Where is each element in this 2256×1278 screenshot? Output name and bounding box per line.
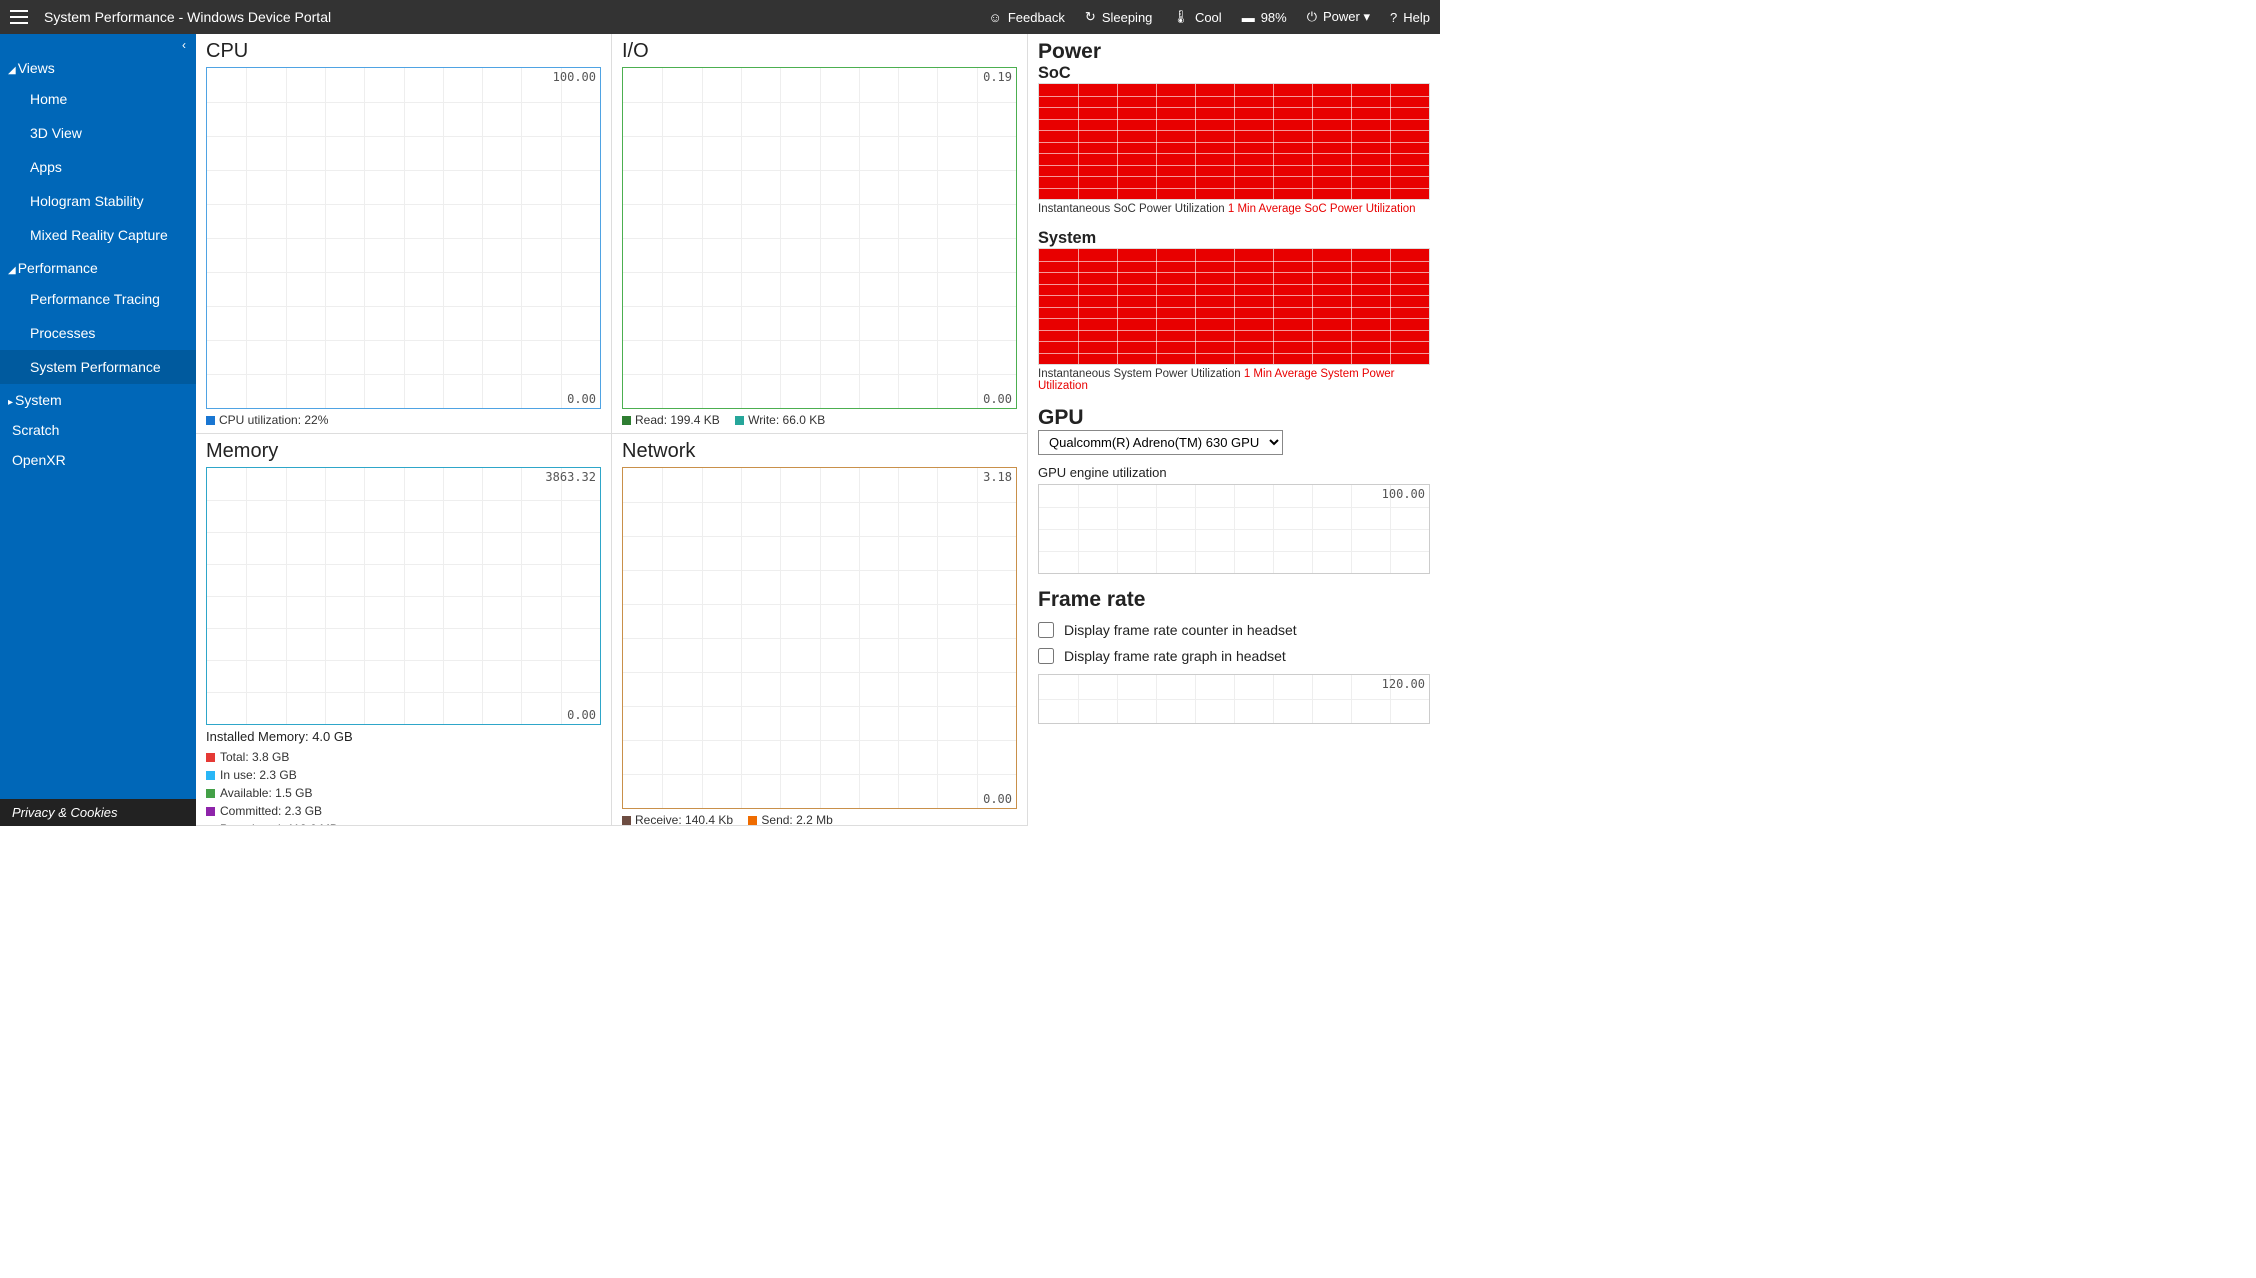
network-ymin: 0.00 xyxy=(983,792,1012,806)
sidebar-group-performance[interactable]: ◢Performance xyxy=(0,252,196,282)
sidebar-item-scratch[interactable]: Scratch xyxy=(0,414,196,444)
history-icon: ↻ xyxy=(1085,9,1096,25)
cpu-chart: 100.00 0.00 xyxy=(206,67,601,409)
sidebar-item-openxr[interactable]: OpenXR xyxy=(0,444,196,474)
framerate-graph-toggle[interactable]: Display frame rate graph in headset xyxy=(1038,648,1430,664)
power-menu[interactable]: ⏻Power ▾ xyxy=(1307,9,1370,25)
network-ymax: 3.18 xyxy=(983,470,1012,484)
framerate-counter-checkbox[interactable] xyxy=(1038,622,1054,638)
memory-legend-row: Total: 3.8 GB xyxy=(206,748,601,766)
chart-grid xyxy=(1039,675,1429,723)
cpu-ymax: 100.00 xyxy=(553,70,596,84)
io-ymin: 0.00 xyxy=(983,392,1012,406)
thermal-status[interactable]: 🌡Cool xyxy=(1172,9,1221,25)
framerate-graph-checkbox[interactable] xyxy=(1038,648,1054,664)
cpu-ymin: 0.00 xyxy=(567,392,596,406)
battery-icon: ▬ xyxy=(1242,10,1255,25)
sidebar-item-hologram-stability[interactable]: Hologram Stability xyxy=(0,184,196,218)
sidebar-item-home[interactable]: Home xyxy=(0,82,196,116)
soc-label: SoC xyxy=(1038,64,1430,83)
power-title: Power xyxy=(1038,40,1430,64)
chart-grid xyxy=(623,468,1016,808)
memory-legend-row: In use: 2.3 GB xyxy=(206,766,601,784)
memory-ymin: 0.00 xyxy=(567,708,596,722)
memory-title: Memory xyxy=(206,440,601,463)
framerate-chart: 120.00 xyxy=(1038,674,1430,724)
battery-status[interactable]: ▬98% xyxy=(1242,10,1287,25)
framerate-title: Frame rate xyxy=(1038,588,1430,612)
panel-io: I/O 0.19 0.00 Read: 199.4 KB Write: 66.0… xyxy=(612,34,1028,434)
gpu-engine-label: GPU engine utilization xyxy=(1038,465,1430,480)
network-chart: 3.18 0.00 xyxy=(622,467,1017,809)
io-chart: 0.19 0.00 xyxy=(622,67,1017,409)
network-title: Network xyxy=(622,440,1017,463)
soc-power-chart xyxy=(1038,83,1430,200)
page-title: System Performance - Windows Device Port… xyxy=(44,9,331,25)
system-label: System xyxy=(1038,229,1430,248)
smile-icon: ☺ xyxy=(989,10,1002,25)
memory-legend-row: Committed: 2.3 GB xyxy=(206,802,601,820)
right-column[interactable]: Power SoC Instantaneous SoC Power Utiliz… xyxy=(1028,34,1440,826)
sidebar-collapse-button[interactable]: ‹ xyxy=(0,34,196,52)
memory-chart: 3863.32 0.00 xyxy=(206,467,601,725)
sidebar-item-system-performance[interactable]: System Performance xyxy=(0,350,196,384)
chart-grid xyxy=(1039,485,1429,573)
gpu-select[interactable]: Qualcomm(R) Adreno(TM) 630 GPU xyxy=(1038,430,1283,455)
memory-installed: Installed Memory: 4.0 GB xyxy=(206,729,601,744)
chart-grid xyxy=(1039,84,1429,199)
sidebar-item-apps[interactable]: Apps xyxy=(0,150,196,184)
soc-power-legend: Instantaneous SoC Power Utilization 1 Mi… xyxy=(1038,203,1430,215)
chart-grid xyxy=(623,68,1016,408)
gpu-chart: 100.00 xyxy=(1038,484,1430,574)
sidebar-group-system[interactable]: ▸System xyxy=(0,384,196,414)
sidebar-item-performance-tracing[interactable]: Performance Tracing xyxy=(0,282,196,316)
thermometer-icon: 🌡 xyxy=(1172,9,1189,25)
chart-grid xyxy=(1039,249,1429,364)
feedback-button[interactable]: ☺Feedback xyxy=(989,10,1065,25)
sidebar-item-mixed-reality-capture[interactable]: Mixed Reality Capture xyxy=(0,218,196,252)
framerate-counter-toggle[interactable]: Display frame rate counter in headset xyxy=(1038,622,1430,638)
memory-legend: Total: 3.8 GBIn use: 2.3 GBAvailable: 1.… xyxy=(206,748,601,826)
memory-legend-row: Available: 1.5 GB xyxy=(206,784,601,802)
gpu-title: GPU xyxy=(1038,406,1430,430)
gpu-ymax: 100.00 xyxy=(1382,487,1425,501)
sidebar-item-3dview[interactable]: 3D View xyxy=(0,116,196,150)
panel-memory: Memory 3863.32 0.00 Installed Memory: 4.… xyxy=(196,434,612,826)
io-legend: Read: 199.4 KB Write: 66.0 KB xyxy=(622,413,1017,427)
network-legend: Receive: 140.4 Kb Send: 2.2 Mb xyxy=(622,813,1017,826)
privacy-link[interactable]: Privacy & Cookies xyxy=(0,799,196,826)
content-grid: CPU 100.00 0.00 CPU utilization: 22% I/O… xyxy=(196,34,1440,826)
io-ymax: 0.19 xyxy=(983,70,1012,84)
help-button[interactable]: ?Help xyxy=(1390,10,1430,25)
cpu-legend: CPU utilization: 22% xyxy=(206,413,601,427)
sleep-status[interactable]: ↻Sleeping xyxy=(1085,9,1153,25)
topbar: System Performance - Windows Device Port… xyxy=(0,0,1440,34)
system-power-legend: Instantaneous System Power Utilization 1… xyxy=(1038,368,1430,392)
panel-network: Network 3.18 0.00 Receive: 140.4 Kb Send… xyxy=(612,434,1028,826)
system-power-chart xyxy=(1038,248,1430,365)
chart-grid xyxy=(207,468,600,724)
memory-ymax: 3863.32 xyxy=(545,470,596,484)
sidebar-group-views[interactable]: ◢Views xyxy=(0,52,196,82)
panel-cpu: CPU 100.00 0.00 CPU utilization: 22% xyxy=(196,34,612,434)
sidebar-item-processes[interactable]: Processes xyxy=(0,316,196,350)
sidebar: ‹ ◢Views Home 3D View Apps Hologram Stab… xyxy=(0,34,196,826)
chart-grid xyxy=(207,68,600,408)
menu-icon[interactable] xyxy=(10,10,28,24)
io-title: I/O xyxy=(622,40,1017,63)
memory-legend-row: Paged pool: 112.6 MB xyxy=(206,820,601,826)
help-icon: ? xyxy=(1390,10,1397,25)
cpu-title: CPU xyxy=(206,40,601,63)
framerate-ymax: 120.00 xyxy=(1382,677,1425,691)
power-icon: ⏻ xyxy=(1307,9,1317,25)
